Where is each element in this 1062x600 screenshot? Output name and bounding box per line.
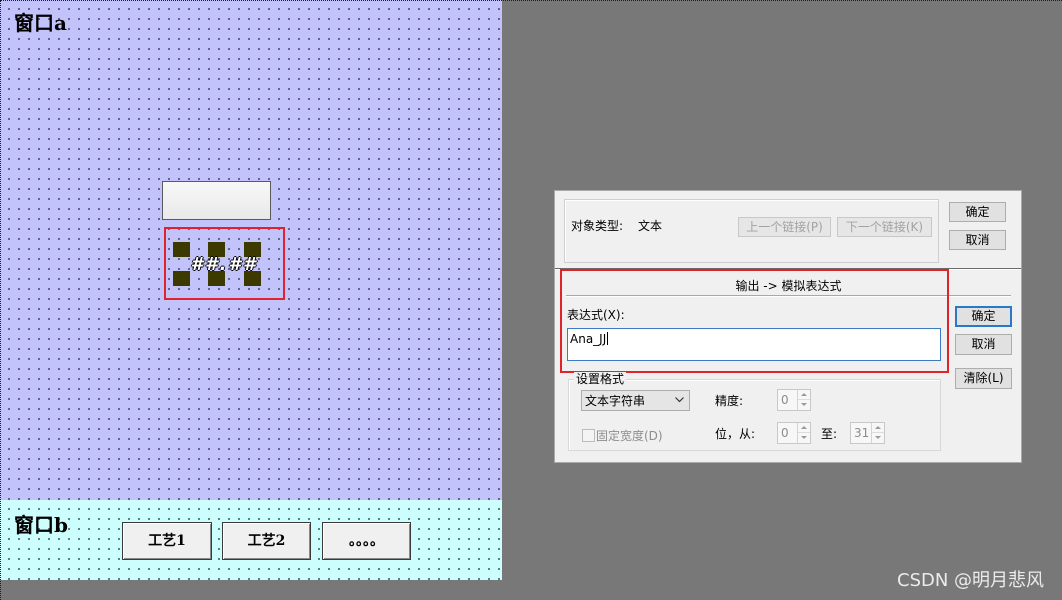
spin-down-icon[interactable]	[872, 433, 884, 443]
title-divider	[566, 295, 1011, 297]
ok-button[interactable]: 确定	[955, 306, 1012, 327]
watermark: CSDN @明月悲风	[897, 570, 1045, 591]
animation-link-dialog: 对象类型: 文本 上一个链接(P) 下一个链接(K) 确定 取消 输出 -> 模…	[554, 190, 1022, 463]
analog-text-object[interactable]: ##.##	[182, 255, 266, 275]
precision-value: 0	[781, 393, 789, 407]
expression-label: 表达式(X):	[567, 308, 625, 322]
digits-from-value: 0	[781, 426, 789, 440]
text-caret	[607, 332, 609, 345]
digits-to-spinner[interactable]: 31	[850, 422, 885, 444]
object-type-label: 对象类型:	[571, 219, 624, 233]
selection-highlight-box: ##.##	[164, 227, 285, 300]
expression-value: Ana_JJ	[570, 332, 607, 346]
cancel-button[interactable]: 取消	[955, 334, 1012, 355]
section-title: 输出 -> 模拟表达式	[735, 279, 842, 293]
digits-from-label: 位，从:	[715, 427, 756, 441]
next-link-button[interactable]: 下一个链接(K)	[837, 217, 932, 237]
to-label: 至:	[821, 427, 838, 441]
window-a-label: 窗口a	[14, 11, 67, 35]
digits-from-spinner[interactable]: 0	[777, 422, 811, 444]
window-a-canvas[interactable]: 窗口a ##.##	[0, 0, 502, 500]
precision-label: 精度:	[715, 394, 744, 408]
chevron-down-icon	[675, 397, 684, 403]
spin-up-icon[interactable]	[872, 423, 884, 433]
window-b-label: 窗口b	[14, 513, 68, 537]
format-type-select[interactable]: 文本字符串	[581, 390, 690, 411]
more-button[interactable]: 。。。。	[322, 522, 411, 560]
digits-to-value: 31	[854, 426, 870, 440]
expression-input[interactable]: Ana_JJ	[567, 328, 941, 361]
format-type-selected: 文本字符串	[585, 394, 646, 408]
spin-up-icon[interactable]	[798, 423, 810, 433]
fixed-width-checkbox[interactable]	[582, 429, 595, 442]
spin-up-icon[interactable]	[798, 390, 810, 400]
prev-link-button[interactable]: 上一个链接(P)	[738, 217, 831, 237]
object-type-value: 文本	[638, 219, 663, 233]
window-b-canvas[interactable]: 窗口b 工艺1 工艺2 。。。。	[0, 500, 502, 580]
rectangle-object[interactable]	[162, 181, 271, 220]
process-2-button[interactable]: 工艺2	[222, 522, 311, 560]
section-divider	[555, 268, 1021, 270]
fixed-width-label: 固定宽度(D)	[596, 429, 663, 443]
process-1-button[interactable]: 工艺1	[122, 522, 212, 560]
precision-spinner[interactable]: 0	[777, 389, 811, 411]
format-group-label: 设置格式	[574, 372, 627, 386]
top-ok-button[interactable]: 确定	[949, 202, 1006, 222]
top-cancel-button[interactable]: 取消	[949, 230, 1006, 250]
spin-down-icon[interactable]	[798, 400, 810, 410]
spin-down-icon[interactable]	[798, 433, 810, 443]
clear-button[interactable]: 清除(L)	[955, 368, 1012, 389]
